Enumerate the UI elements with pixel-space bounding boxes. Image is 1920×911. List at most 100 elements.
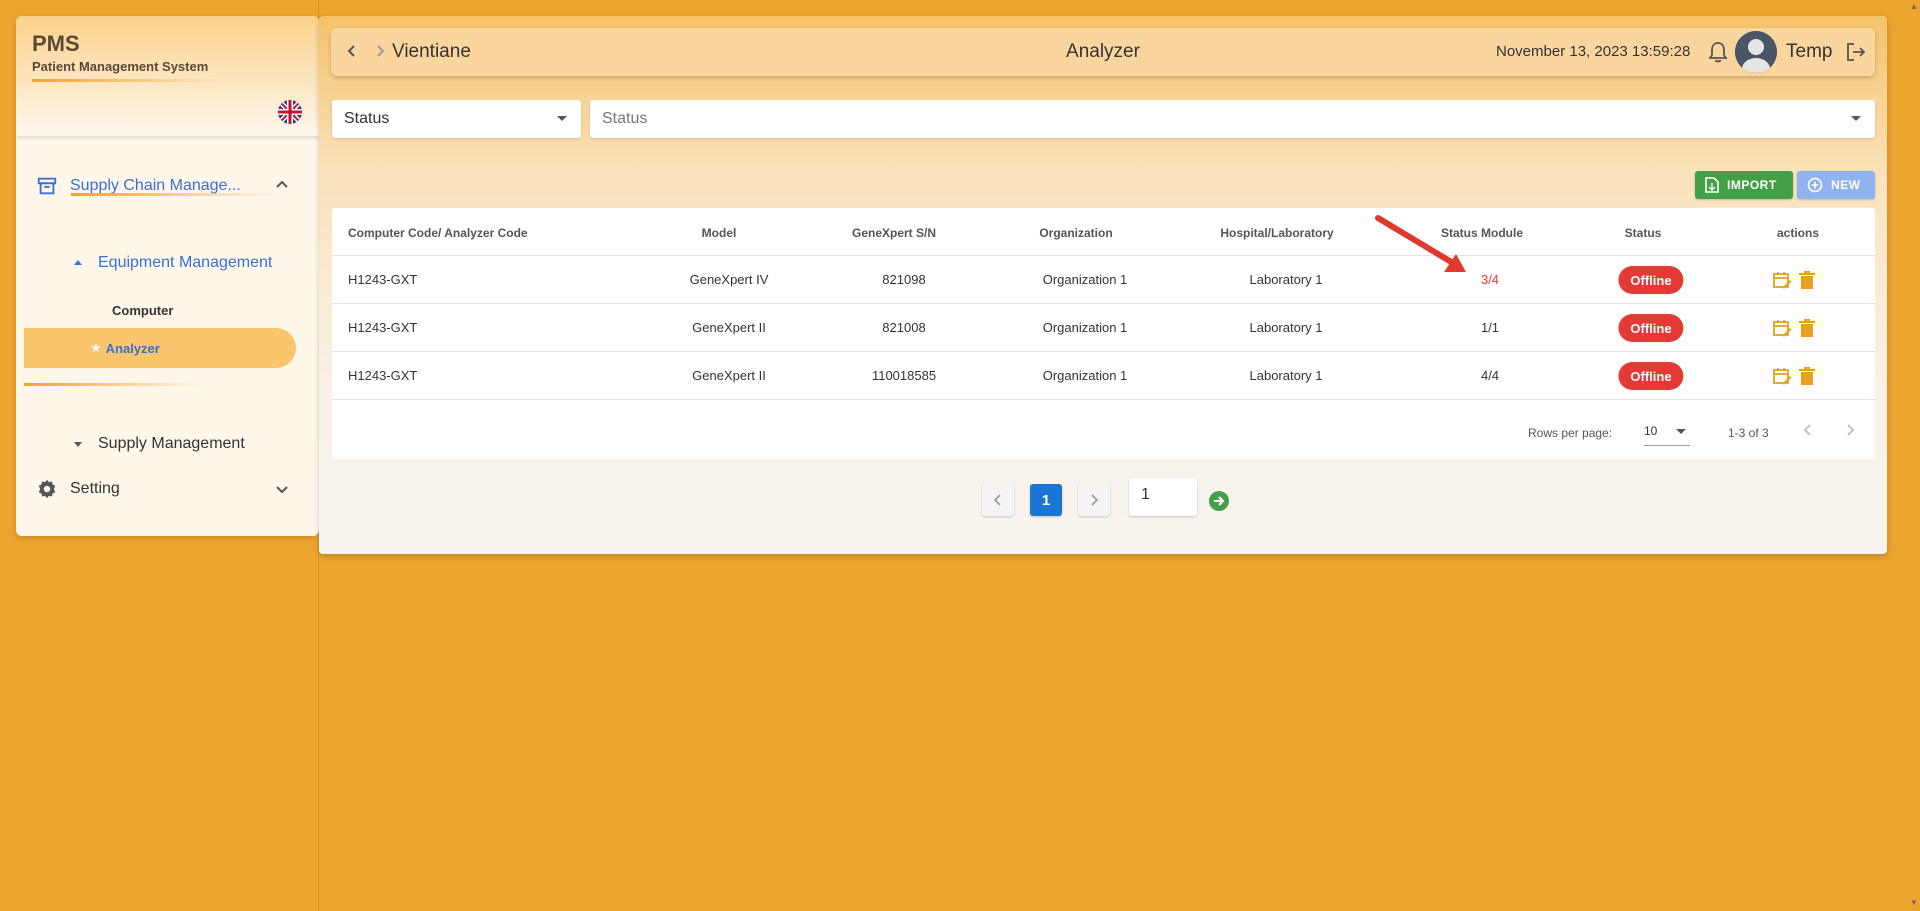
trash-icon[interactable] [1798,318,1816,338]
file-import-icon [1705,177,1719,193]
table-row[interactable]: H1243-GXT GeneXpert II 110018585 Organiz… [332,352,1875,400]
rows-per-page-select[interactable]: 10 [1644,416,1690,446]
import-button-label: IMPORT [1727,178,1777,192]
cell-code: H1243-GXT [348,272,418,287]
cell-model: GeneXpert IV [689,272,769,287]
table-row[interactable]: H1243-GXT GeneXpert IV 821098 Organizati… [332,256,1875,304]
goto-page-input[interactable]: 1 [1129,478,1197,516]
chevron-down-icon[interactable] [274,481,290,497]
cell-code: H1243-GXT [348,368,418,383]
scroll-up-arrow[interactable]: ▲ [1910,2,1918,11]
column-header[interactable]: Hospital/Laboratory [1220,226,1333,240]
location-label: Vientiane [392,41,471,62]
cell-model: GeneXpert II [692,320,766,335]
sidebar-item-label: Computer [112,303,174,318]
active-underline [71,193,281,196]
user-name[interactable]: Temp [1786,41,1832,63]
cell-code: H1243-GXT [348,320,418,335]
column-header[interactable]: Status Module [1441,226,1523,240]
sidebar-item-label: Analyzer [105,340,160,356]
cell-sn: 110018585 [871,368,937,383]
chevron-left-icon[interactable] [1800,422,1816,438]
prev-page-button[interactable] [982,484,1014,516]
cell-status-module: 1/1 [1480,320,1500,335]
column-header[interactable]: Organization [1039,226,1112,240]
star-icon: ★ [90,340,102,355]
sidebar-item-label: Equipment Management [98,254,273,271]
range-label: 1-3 of 3 [1728,426,1769,440]
sidebar-item-supply-chain[interactable]: Supply Chain Manage... [36,169,306,203]
new-button-label: NEW [1831,178,1861,192]
table-row[interactable]: H1243-GXT GeneXpert II 821008 Organizati… [332,304,1875,352]
avatar[interactable] [1735,31,1777,73]
status-select[interactable]: Status [590,100,1875,138]
sidebar-header: PMS Patient Management System [16,16,319,136]
sidebar: PMS Patient Management System Supply Cha… [16,16,319,536]
cell-status-module: 3/4 [1480,272,1500,287]
archive-icon [37,177,57,195]
uk-flag-icon[interactable] [278,100,302,124]
import-button[interactable]: IMPORT [1695,171,1793,199]
status-badge: Offline [1618,362,1684,390]
caret-down-icon [74,442,82,447]
cell-model: GeneXpert II [692,368,766,383]
gear-icon [38,479,56,499]
column-header[interactable]: Model [702,226,737,240]
chevron-left-icon[interactable] [343,42,361,60]
cell-laboratory: Laboratory 1 [1249,320,1323,335]
plus-circle-icon [1807,177,1823,193]
arrow-right-icon [1214,496,1225,506]
cell-organization: Organization 1 [1042,320,1128,335]
status-badge: Offline [1618,266,1684,294]
sidebar-item-equipment-management[interactable]: Equipment Management [72,246,272,280]
section-divider [24,383,204,386]
analyzer-table: Computer Code/ Analyzer Code Model GeneX… [332,208,1875,459]
caret-down-icon [557,116,567,121]
status-badge: Offline [1618,314,1684,342]
logout-icon[interactable] [1845,41,1867,63]
scroll-down-arrow[interactable]: ▼ [1910,898,1918,907]
chevron-right-icon[interactable] [1842,422,1858,438]
column-header[interactable]: GeneXpert S/N [852,226,936,240]
caret-down-icon [1851,116,1861,121]
cell-organization: Organization 1 [1042,272,1128,287]
sidebar-item-label: Setting [70,480,120,497]
rows-per-page-label: Rows per page: [1528,426,1613,440]
cell-sn: 821008 [882,320,926,335]
chevron-right-icon[interactable] [371,42,389,60]
new-button[interactable]: NEW [1797,171,1875,199]
sidebar-item-analyzer[interactable]: ★ Analyzer [24,328,296,368]
rows-per-page-value: 10 [1644,424,1658,438]
goto-page-button[interactable] [1209,491,1229,511]
page-button-current[interactable]: 1 [1030,484,1062,516]
cell-laboratory: Laboratory 1 [1249,368,1323,383]
column-header[interactable]: Computer Code/ Analyzer Code [348,226,528,240]
cell-status-module: 4/4 [1480,368,1500,383]
calendar-edit-icon[interactable] [1772,366,1792,386]
chevron-left-icon [993,494,1001,506]
caret-down-icon [1676,429,1686,434]
app-name: Patient Management System [32,59,209,74]
cell-organization: Organization 1 [1042,368,1128,383]
next-page-button[interactable] [1078,484,1110,516]
top-bar: Vientiane Analyzer November 13, 2023 13:… [331,28,1875,76]
sidebar-item-supply-management[interactable]: Supply Management [72,427,245,461]
sidebar-item-computer[interactable]: Computer [112,303,173,318]
app-abbreviation: PMS [32,31,80,56]
sidebar-item-setting[interactable]: Setting [36,472,306,506]
bell-icon[interactable] [1707,40,1729,64]
main-panel: Vientiane Analyzer November 13, 2023 13:… [319,16,1887,554]
column-header[interactable]: Status [1625,226,1662,240]
trash-icon[interactable] [1798,366,1816,386]
calendar-edit-icon[interactable] [1772,270,1792,290]
calendar-edit-icon[interactable] [1772,318,1792,338]
status-filter-value: Status [344,110,390,127]
status-filter-select[interactable]: Status [332,100,581,138]
datetime-display: November 13, 2023 13:59:28 [1496,43,1691,60]
trash-icon[interactable] [1798,270,1816,290]
chevron-right-icon [1091,494,1099,506]
column-header: actions [1776,226,1820,240]
table-header: Computer Code/ Analyzer Code Model GeneX… [332,208,1875,256]
chevron-up-icon[interactable] [274,177,290,193]
header-underline [32,79,222,82]
